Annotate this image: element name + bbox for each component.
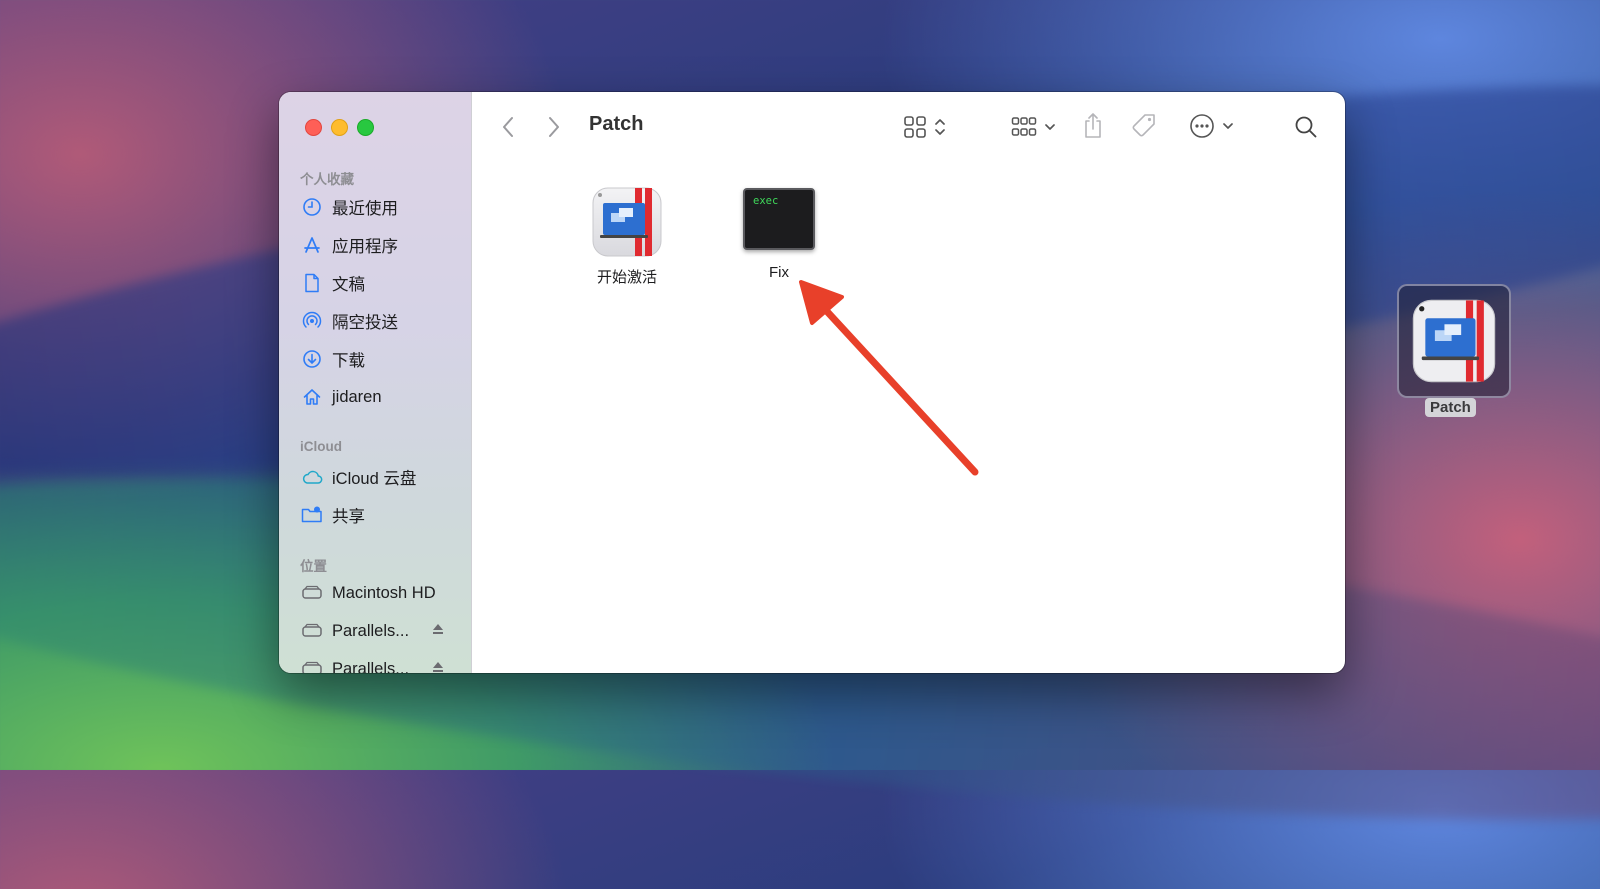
annotation-arrow: [799, 280, 979, 476]
desktop-icon-patch[interactable]: [1397, 284, 1511, 398]
desktop-icon-label: Patch: [1425, 398, 1476, 417]
parallels-app-icon: [1412, 299, 1496, 383]
